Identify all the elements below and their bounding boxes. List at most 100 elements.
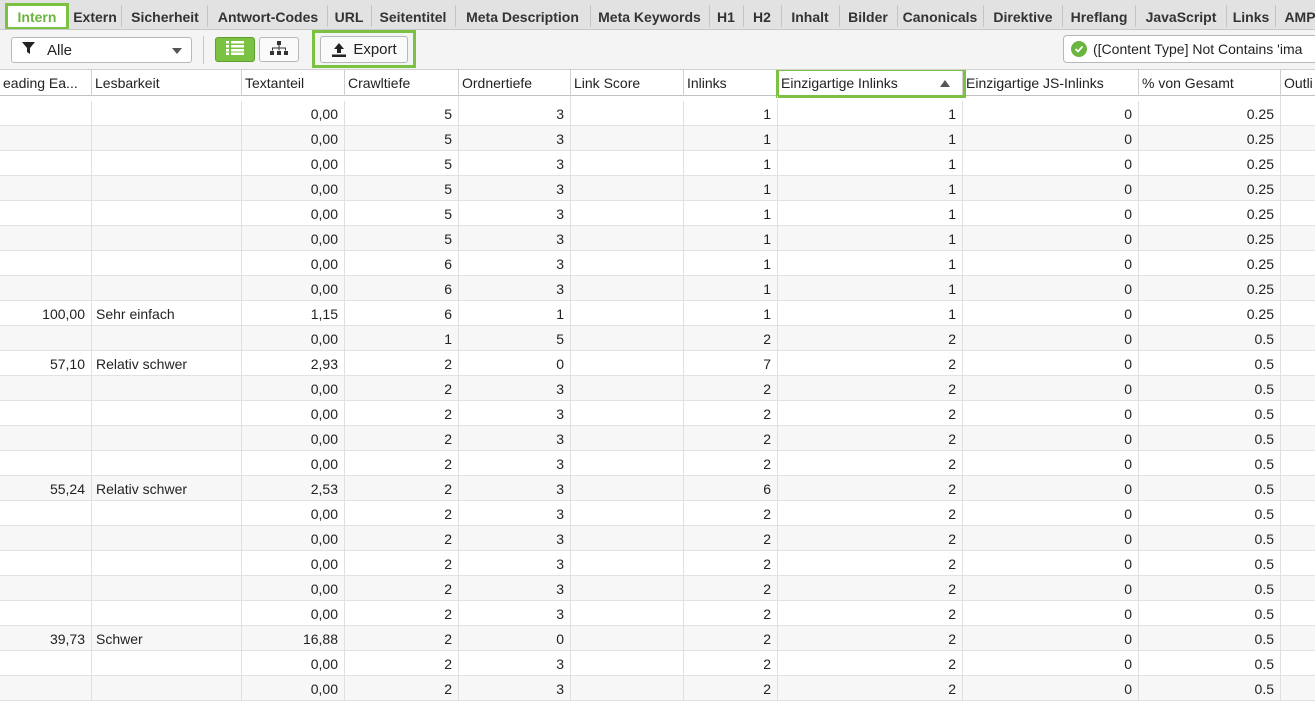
column-header-1[interactable]: eading Ea...: [0, 70, 92, 96]
table-row[interactable]: 0,00 5 3 1 1 0 0.25: [0, 151, 1315, 176]
table-cell: 0,00: [242, 676, 345, 701]
export-button[interactable]: Export: [320, 36, 408, 63]
table-row[interactable]: 0,00 5 3 1 1 0 0.25: [0, 226, 1315, 251]
table-cell: 1: [684, 176, 778, 201]
column-header-3[interactable]: Textanteil: [242, 70, 345, 96]
table-row[interactable]: 55,24 Relativ schwer 2,53 2 3 6 2 0 0.5: [0, 476, 1315, 501]
table-row[interactable]: 100,00 Sehr einfach 1,15 6 1 1 1 0 0.25: [0, 301, 1315, 326]
table-row[interactable]: 0,00 5 3 1 1 0 0.25: [0, 101, 1315, 126]
table-row[interactable]: 0,00 2 3 2 2 0 0.5: [0, 451, 1315, 476]
active-filter-chip[interactable]: ([Content Type] Not Contains 'ima: [1063, 35, 1315, 63]
tab-hreflang[interactable]: Hreflang: [1064, 4, 1134, 29]
table-row[interactable]: 0,00 6 3 1 1 0 0.25: [0, 276, 1315, 301]
table-row[interactable]: 0,00 2 3 2 2 0 0.5: [0, 601, 1315, 626]
table-cell: 3: [459, 101, 571, 126]
table-row[interactable]: 0,00 2 3 2 2 0 0.5: [0, 501, 1315, 526]
table-cell: 3: [459, 176, 571, 201]
table-cell: 3: [459, 276, 571, 301]
table-cell: [571, 526, 684, 551]
table-row[interactable]: 0,00 2 3 2 2 0 0.5: [0, 551, 1315, 576]
table-cell: 0,00: [242, 276, 345, 301]
toolbar-divider: [203, 36, 204, 64]
tab-bilder[interactable]: Bilder: [840, 4, 896, 29]
tab-extern[interactable]: Extern: [70, 4, 120, 29]
table-row[interactable]: 0,00 2 3 2 2 0 0.5: [0, 526, 1315, 551]
table-cell: 0: [963, 676, 1139, 701]
table-cell: 2: [778, 501, 963, 526]
table-cell: 0.25: [1139, 251, 1281, 276]
table-cell: 3: [459, 451, 571, 476]
table-cell: 0.5: [1139, 676, 1281, 701]
column-header-10[interactable]: % von Gesamt: [1139, 70, 1281, 96]
table-cell: 2: [778, 676, 963, 701]
table-cell: [92, 326, 242, 351]
column-header-2[interactable]: Lesbarkeit: [92, 70, 242, 96]
tab-intern[interactable]: Intern: [5, 3, 69, 29]
table-row[interactable]: 0,00 2 3 2 2 0 0.5: [0, 676, 1315, 701]
tab-url[interactable]: URL: [328, 4, 370, 29]
table-cell: 0: [963, 426, 1139, 451]
table-cell: 1: [778, 251, 963, 276]
tree-view-button[interactable]: [259, 37, 299, 62]
check-circle-icon: [1071, 41, 1087, 57]
tab-canonicals[interactable]: Canonicals: [898, 4, 982, 29]
table-row[interactable]: 0,00 5 3 1 1 0 0.25: [0, 201, 1315, 226]
column-header-9[interactable]: Einzigartige JS-Inlinks: [963, 70, 1139, 96]
tab-meta-keywords[interactable]: Meta Keywords: [591, 4, 708, 29]
table-cell: [92, 651, 242, 676]
tab-sicherheit[interactable]: Sicherheit: [124, 4, 206, 29]
table-cell: 2: [778, 526, 963, 551]
tab-amp[interactable]: AMP: [1278, 4, 1315, 29]
tab-direktive[interactable]: Direktive: [985, 4, 1061, 29]
table-cell: [0, 326, 92, 351]
table-row[interactable]: 0,00 6 3 1 1 0 0.25: [0, 251, 1315, 276]
tab-antwort-codes[interactable]: Antwort-Codes: [210, 4, 326, 29]
column-header-6[interactable]: Link Score: [571, 70, 684, 96]
table-row[interactable]: 0,00 2 3 2 2 0 0.5: [0, 651, 1315, 676]
tab-h2[interactable]: H2: [744, 4, 780, 29]
table-row[interactable]: 0,00 2 3 2 2 0 0.5: [0, 401, 1315, 426]
tab-javascript[interactable]: JavaScript: [1137, 4, 1225, 29]
list-view-button[interactable]: [215, 37, 255, 62]
table-cell: 0,00: [242, 376, 345, 401]
table-row[interactable]: 57,10 Relativ schwer 2,93 2 0 7 2 0 0.5: [0, 351, 1315, 376]
table-cell: 0: [963, 651, 1139, 676]
table-cell: [571, 126, 684, 151]
table-row[interactable]: 0,00 2 3 2 2 0 0.5: [0, 576, 1315, 601]
table-cell: 0.5: [1139, 626, 1281, 651]
table-cell: [1281, 501, 1315, 526]
tab-h1[interactable]: H1: [710, 4, 742, 29]
table-cell: 0.5: [1139, 476, 1281, 501]
table-cell: 2: [684, 551, 778, 576]
table-cell: [1281, 476, 1315, 501]
table-cell: [92, 551, 242, 576]
filter-dropdown[interactable]: Alle: [11, 37, 192, 63]
table-cell: [92, 601, 242, 626]
table-row[interactable]: 0,00 1 5 2 2 0 0.5: [0, 326, 1315, 351]
table-cell: 0: [459, 626, 571, 651]
table-row[interactable]: 0,00 2 3 2 2 0 0.5: [0, 426, 1315, 451]
table-cell: 2: [778, 551, 963, 576]
column-header-11[interactable]: Outli: [1281, 70, 1315, 96]
table-cell: [571, 251, 684, 276]
column-header-5[interactable]: Ordnertiefe: [459, 70, 571, 96]
table-cell: 0.5: [1139, 651, 1281, 676]
table-cell: 1: [684, 226, 778, 251]
tab-inhalt[interactable]: Inhalt: [782, 4, 838, 29]
tab-links[interactable]: Links: [1228, 4, 1274, 29]
column-header-7[interactable]: Inlinks: [684, 70, 778, 96]
table-row[interactable]: 0,00 5 3 1 1 0 0.25: [0, 176, 1315, 201]
table-cell: [1281, 276, 1315, 301]
column-header-4[interactable]: Crawltiefe: [345, 70, 459, 96]
table-row[interactable]: 39,73 Schwer 16,88 2 0 2 2 0 0.5: [0, 626, 1315, 651]
table-row[interactable]: 0,00 2 3 2 2 0 0.5: [0, 376, 1315, 401]
tab-meta-description[interactable]: Meta Description: [456, 4, 589, 29]
table-row[interactable]: 0,00 5 3 1 1 0 0.25: [0, 126, 1315, 151]
table-cell: 2,53: [242, 476, 345, 501]
table-cell: 0,00: [242, 451, 345, 476]
table-cell: 2: [345, 626, 459, 651]
tab-separator: [1062, 5, 1063, 27]
table-cell: 0.5: [1139, 376, 1281, 401]
table-cell: 3: [459, 601, 571, 626]
tab-seitentitel[interactable]: Seitentitel: [372, 4, 454, 29]
